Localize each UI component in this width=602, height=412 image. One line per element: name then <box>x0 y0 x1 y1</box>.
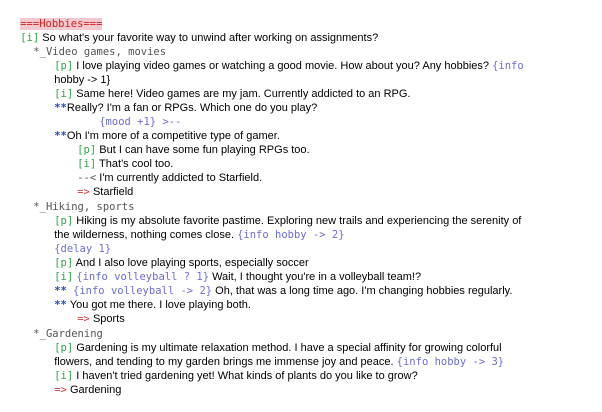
script-line: [i] So what's your favorite way to unwin… <box>8 17 378 44</box>
script-editor[interactable]: ===Hobbies=== [i] So what's your favorit… <box>0 0 602 412</box>
script-line: **Really? I'm a fan or RPGs. Which one d… <box>42 87 317 114</box>
info-tag: {info hobby -> 2} <box>237 229 345 241</box>
line-text: I haven't tried gardening yet! What kind… <box>73 370 418 382</box>
script-line: flowers, and tending to my garden brings… <box>42 341 504 368</box>
jump-arrow: => <box>54 384 67 396</box>
script-line: [p] I love playing video games or watchi… <box>42 45 523 72</box>
script-line: {delay 1} <box>42 228 111 255</box>
script-line: [i] That's cool too. <box>65 143 173 170</box>
category-video-games: *_Video games, movies <box>8 31 166 58</box>
script-line: **Oh I'm more of a competitive type of g… <box>42 115 280 142</box>
script-line: ** You got me there. I love playing both… <box>42 284 251 311</box>
script-line: [i] Same here! Video games are my jam. C… <box>42 73 410 100</box>
script-line: [i] I haven't tried gardening yet! What … <box>42 355 418 382</box>
script-line: => Gardening <box>42 369 121 396</box>
script-line: ** {info volleyball -> 2} Oh, that was a… <box>42 270 512 297</box>
section-header: ===Hobbies=== <box>8 3 103 30</box>
script-line: [p] Gardening is my ultimate relaxation … <box>42 327 501 354</box>
script-line: [p] But I can have some fun playing RPGs… <box>65 129 309 156</box>
info-tag: {info <box>492 60 524 72</box>
script-line: hobby -> 1} <box>42 59 110 86</box>
choice-marker: ** <box>54 102 67 114</box>
category-gardening: *_Gardening <box>8 313 103 340</box>
script-line: --< I'm currently addicted to Starfield. <box>65 157 262 184</box>
script-line: {mood +1} >-- <box>87 101 181 128</box>
script-line: [p] And I also love playing sports, espe… <box>42 242 308 269</box>
script-line: the wilderness, nothing comes close. {in… <box>42 214 344 241</box>
line-text: Oh, that was a long time ago. I'm changi… <box>212 285 513 297</box>
line-text: I love playing video games or watching a… <box>73 60 493 72</box>
script-line: => Sports <box>65 298 125 325</box>
category-hiking: *_Hiking, sports <box>8 186 134 213</box>
line-text: Gardening <box>66 384 122 396</box>
script-line: => Starfield <box>65 171 133 198</box>
script-line: [i] {info volleyball ? 1} Wait, I though… <box>42 256 421 283</box>
script-line: [p] Hiking is my absolute favorite pasti… <box>42 200 521 227</box>
